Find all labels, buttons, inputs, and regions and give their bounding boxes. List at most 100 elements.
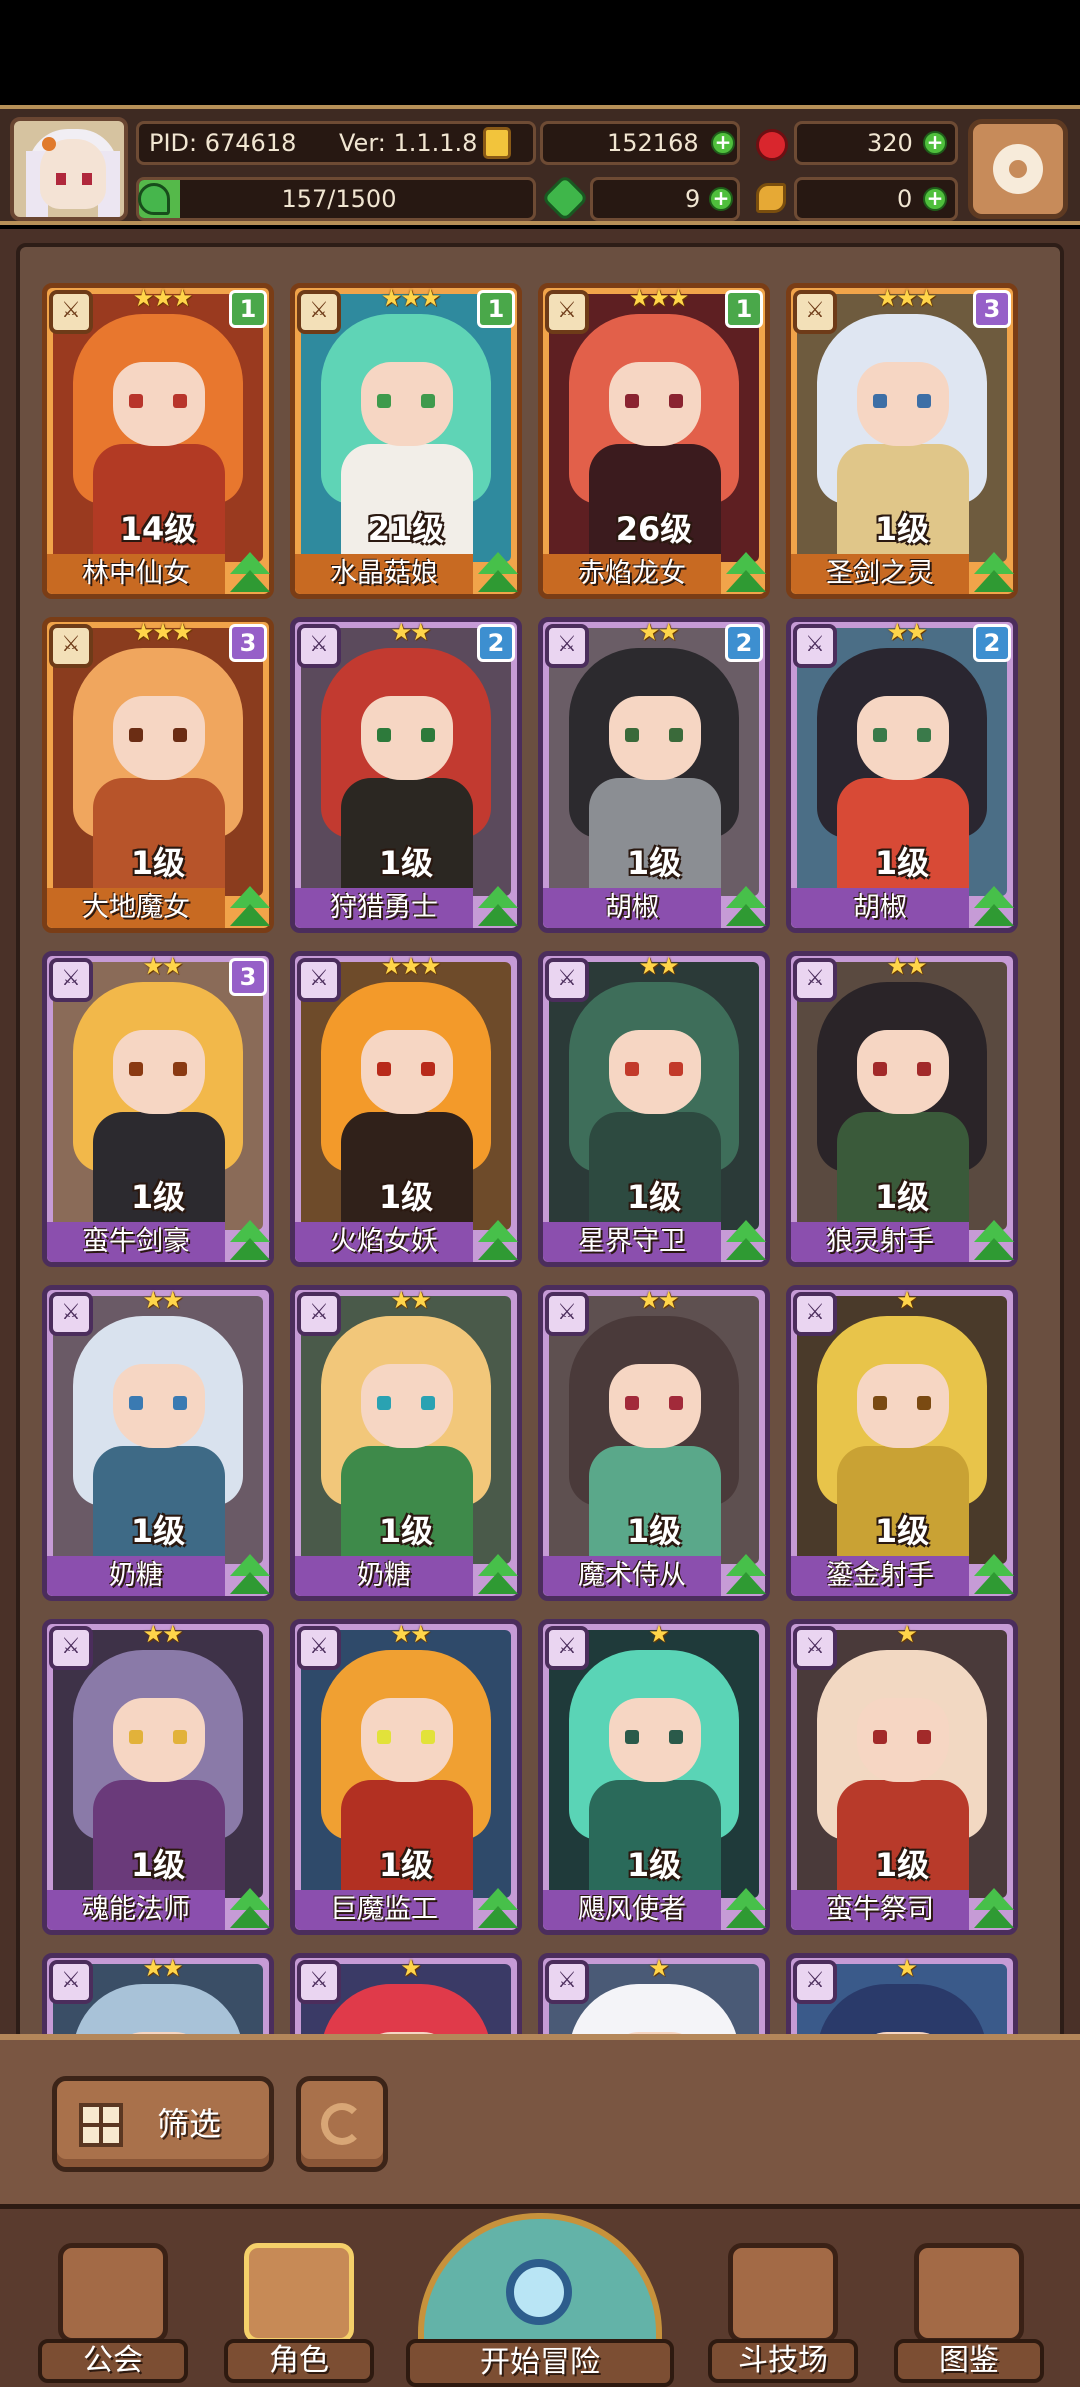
rank-badge: 2 <box>973 624 1011 662</box>
add-key-button[interactable]: + <box>923 187 947 211</box>
portrait-face <box>361 1698 453 1782</box>
upgrade-arrow-icon[interactable] <box>475 886 521 932</box>
class-icon: ⚔ <box>793 958 837 1002</box>
portrait-eye <box>421 394 435 408</box>
character-card[interactable]: ⚔ ★★ 1级 魂能法师 <box>42 1619 274 1935</box>
portrait-eye <box>917 728 931 742</box>
upgrade-arrow-icon[interactable] <box>971 886 1017 932</box>
character-name: 胡椒 <box>791 888 969 928</box>
character-card[interactable]: ⚔ ★★★ 3 1级 大地魔女 <box>42 617 274 933</box>
upgrade-arrow-icon[interactable] <box>227 552 273 598</box>
character-name: 蛮牛祭司 <box>791 1890 969 1930</box>
portrait-face <box>113 1030 205 1114</box>
portrait-face <box>113 696 205 780</box>
guild-house-icon <box>58 2243 168 2343</box>
character-name: 魔术侍从 <box>543 1556 721 1596</box>
ruby-value: 320 <box>867 129 913 157</box>
nav-guild[interactable]: 公会 <box>38 2243 188 2385</box>
character-card[interactable]: ⚔ ★★ 2 1级 胡椒 <box>786 617 1018 933</box>
upgrade-arrow-icon[interactable] <box>971 1220 1017 1266</box>
character-level: 14级 <box>119 510 197 548</box>
upgrade-arrow-icon[interactable] <box>971 1554 1017 1600</box>
character-card[interactable]: ⚔ ★★★ 1 14级 林中仙女 <box>42 283 274 599</box>
rank-badge: 2 <box>725 624 763 662</box>
portrait-eye <box>421 1396 435 1410</box>
character-card[interactable]: ⚔ ★★★ 1 21级 水晶菇娘 <box>290 283 522 599</box>
portrait-eye <box>669 394 683 408</box>
clover-counter: 9 + <box>590 177 740 221</box>
character-card[interactable]: ⚔ ★★ 3 1级 蛮牛剑豪 <box>42 951 274 1267</box>
star-rating: ★★ <box>142 1954 183 1982</box>
upgrade-arrow-icon[interactable] <box>227 1220 273 1266</box>
nav-codex[interactable]: 图鉴 <box>894 2243 1044 2385</box>
character-card[interactable]: ⚔ ★★ 2 1级 狩猎勇士 <box>290 617 522 933</box>
character-card[interactable]: ⚔ ★★★ 1级 火焰女妖 <box>290 951 522 1267</box>
gold-coin-icon <box>483 127 511 159</box>
nav-characters[interactable]: 角色 <box>224 2243 374 2385</box>
upgrade-arrow-icon[interactable] <box>475 1554 521 1600</box>
character-card[interactable]: ⚔ ★ 1级 鎏金射手 <box>786 1285 1018 1601</box>
character-name: 林中仙女 <box>47 554 225 594</box>
upgrade-arrow-icon[interactable] <box>227 886 273 932</box>
upgrade-arrow-icon[interactable] <box>723 886 769 932</box>
class-icon: ⚔ <box>793 624 837 668</box>
star-rating: ★★ <box>638 618 679 646</box>
class-icon: ⚔ <box>49 624 93 668</box>
character-card[interactable]: ⚔ ★★★ 1 26级 赤焰龙女 <box>538 283 770 599</box>
upgrade-arrow-icon[interactable] <box>971 1888 1017 1934</box>
add-ruby-button[interactable]: + <box>923 131 947 155</box>
portrait-eye <box>129 1396 143 1410</box>
arrow-bottom <box>974 1572 1014 1594</box>
star-rating: ★★★ <box>132 618 194 646</box>
character-grid[interactable]: ⚔ ★★★ 1 14级 林中仙女 ⚔ ★★★ 1 21级 水晶菇娘 ⚔ ★★★ 1 26级 赤焰龙女 ⚔ ★★★… <box>16 243 1064 2232</box>
portrait-eye <box>669 728 683 742</box>
character-card[interactable]: ⚔ ★★ 1级 狼灵射手 <box>786 951 1018 1267</box>
add-clover-button[interactable]: + <box>709 187 733 211</box>
upgrade-arrow-icon[interactable] <box>723 1554 769 1600</box>
upgrade-arrow-icon[interactable] <box>475 1220 521 1266</box>
character-card[interactable]: ⚔ ★★ 1级 奶糖 <box>42 1285 274 1601</box>
character-card[interactable]: ⚔ ★★ 2 1级 胡椒 <box>538 617 770 933</box>
portrait-eye <box>421 728 435 742</box>
character-card[interactable]: ⚔ ★ 1级 飓风使者 <box>538 1619 770 1935</box>
arrow-bottom <box>478 1238 518 1260</box>
nav-start-adventure[interactable]: 开始冒险 <box>398 2213 682 2387</box>
class-icon: ⚔ <box>545 290 589 334</box>
upgrade-arrow-icon[interactable] <box>475 1888 521 1934</box>
upgrade-arrow-icon[interactable] <box>475 552 521 598</box>
arrow-bottom <box>974 1906 1014 1928</box>
portrait-eye <box>377 1396 391 1410</box>
upgrade-arrow-icon[interactable] <box>227 1888 273 1934</box>
portrait-eye <box>625 1062 639 1076</box>
player-avatar[interactable] <box>10 117 128 221</box>
portrait-face <box>857 1030 949 1114</box>
character-level: 1级 <box>378 1846 434 1884</box>
arrow-bottom <box>478 904 518 926</box>
character-card[interactable]: ⚔ ★ 1级 蛮牛祭司 <box>786 1619 1018 1935</box>
class-icon: ⚔ <box>49 290 93 334</box>
portrait-face <box>609 1364 701 1448</box>
star-rating: ★ <box>896 1286 918 1314</box>
rank-badge: 1 <box>229 290 267 328</box>
upgrade-arrow-icon[interactable] <box>723 552 769 598</box>
filter-button[interactable]: 筛选 <box>52 2076 274 2172</box>
upgrade-arrow-icon[interactable] <box>723 1220 769 1266</box>
character-level: 1级 <box>874 1178 930 1216</box>
gold-value: 152168 <box>607 129 699 157</box>
upgrade-arrow-icon[interactable] <box>723 1888 769 1934</box>
character-card[interactable]: ⚔ ★★ 1级 巨魔监工 <box>290 1619 522 1935</box>
reset-filter-button[interactable] <box>296 2076 388 2172</box>
character-card[interactable]: ⚔ ★★ 1级 奶糖 <box>290 1285 522 1601</box>
character-level: 1级 <box>626 1178 682 1216</box>
character-card[interactable]: ⚔ ★★★ 3 1级 圣剑之灵 <box>786 283 1018 599</box>
arrow-bottom <box>230 570 270 592</box>
upgrade-arrow-icon[interactable] <box>971 552 1017 598</box>
add-gold-button[interactable]: + <box>711 131 735 155</box>
settings-button[interactable] <box>968 119 1068 219</box>
character-card[interactable]: ⚔ ★★ 1级 星界守卫 <box>538 951 770 1267</box>
character-level: 1级 <box>130 1512 186 1550</box>
character-card[interactable]: ⚔ ★★ 1级 魔术侍从 <box>538 1285 770 1601</box>
upgrade-arrow-icon[interactable] <box>227 1554 273 1600</box>
portrait-face <box>113 1698 205 1782</box>
nav-arena[interactable]: 斗技场 <box>708 2243 858 2385</box>
